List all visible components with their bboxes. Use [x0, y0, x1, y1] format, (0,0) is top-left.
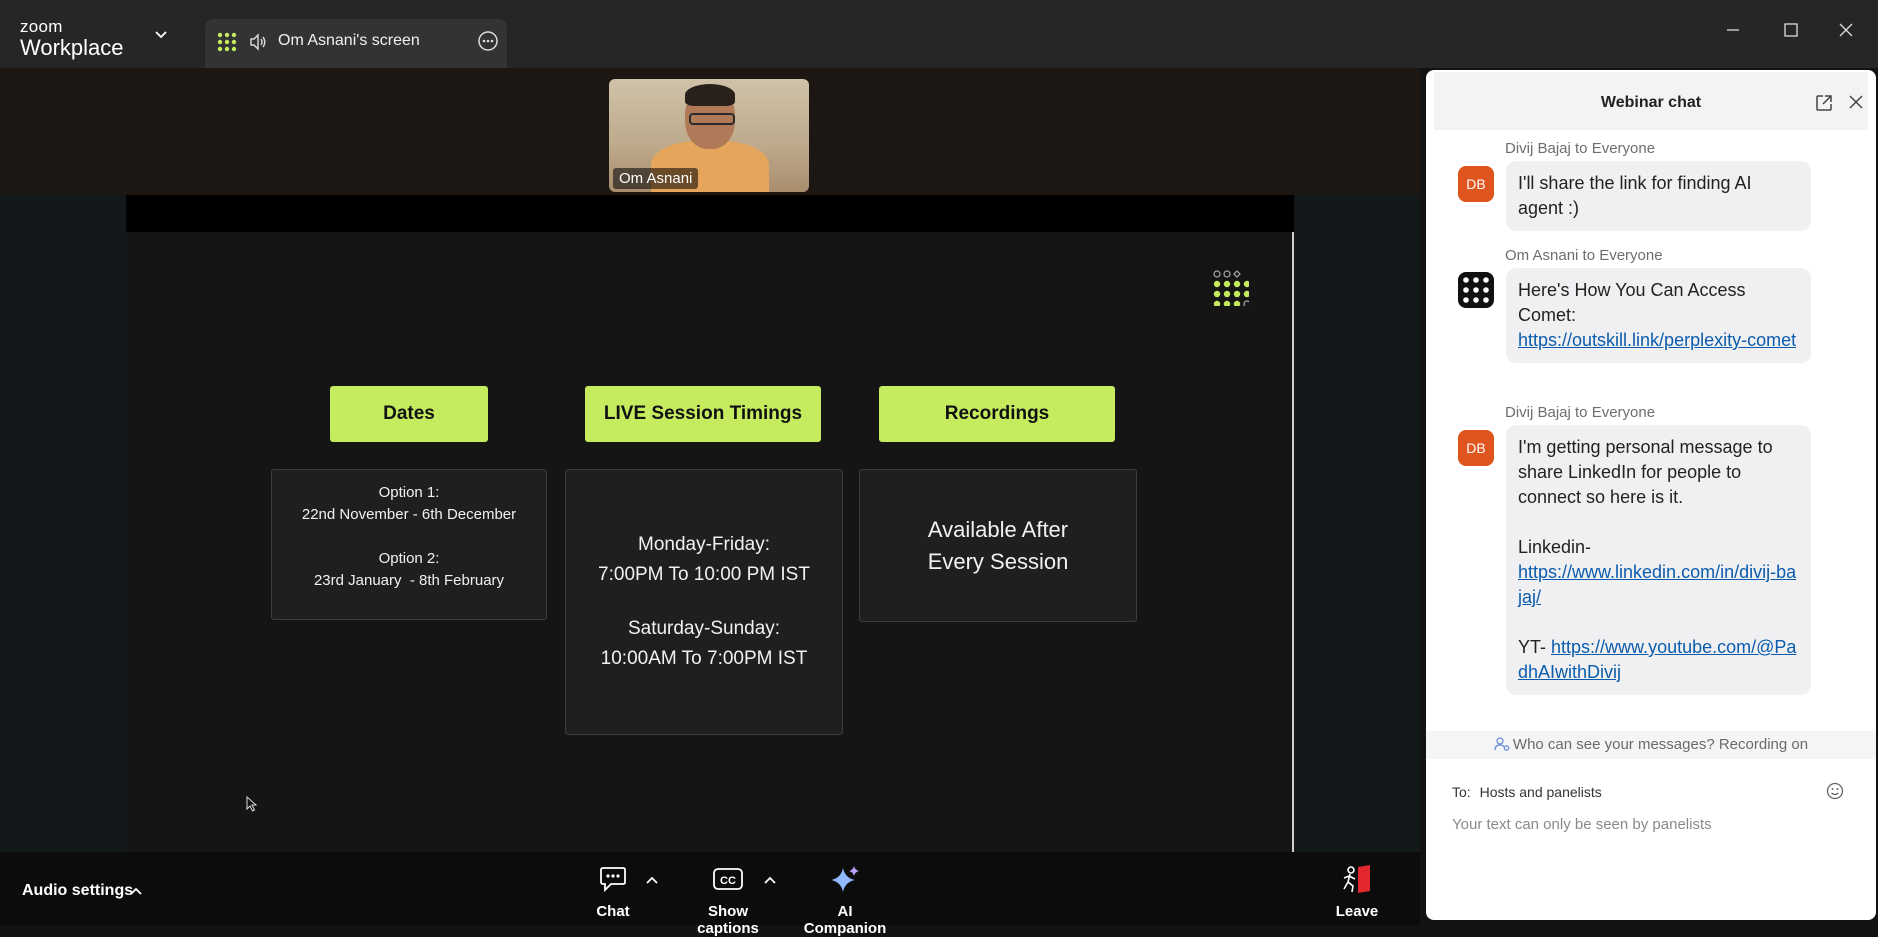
participant-glasses: [689, 113, 735, 125]
avatar-om-asnani: [1458, 272, 1494, 308]
captions-label: Show captions: [697, 903, 759, 937]
youtube-link[interactable]: https://www.youtube.com/@PadhAIwithDivij: [1518, 637, 1796, 682]
recordings-line2: Every Session: [927, 548, 1069, 574]
dots-logo-icon: [1213, 270, 1249, 306]
participant-name: Om Asnani: [613, 168, 699, 189]
brand-line2: Workplace: [20, 35, 124, 60]
dates-option1-range: 22nd November - 6th December: [301, 506, 517, 523]
linkedin-link[interactable]: https://www.linkedin.com/in/divij-bajaj/: [1518, 562, 1796, 607]
ai-companion-button[interactable]: AI Companion: [795, 864, 895, 937]
message-1-text: I'll share the link for finding AI agent…: [1518, 173, 1752, 218]
stage-margin-left: [0, 194, 126, 852]
linkedin-label: Linkedin-: [1518, 537, 1592, 557]
mouse-cursor-icon: [246, 796, 258, 812]
chat-button[interactable]: Chat: [588, 864, 638, 920]
timings-weekend-label: Saturday-Sunday:: [627, 618, 781, 639]
chat-header: Webinar chat: [1434, 72, 1868, 130]
chevron-up-icon[interactable]: [130, 887, 142, 896]
ai-sparkle-icon: [831, 866, 859, 892]
message-visibility-info[interactable]: Who can see your messages? Recording on: [1426, 731, 1876, 759]
slide-top-bar: [126, 195, 1294, 232]
privacy-text: Who can see your messages? Recording on: [1512, 736, 1809, 753]
message-3-bubble: I'm getting personal message to share Li…: [1506, 425, 1811, 695]
message-1-meta: Divij Bajaj to Everyone: [1505, 140, 1656, 157]
speaker-icon[interactable]: [249, 33, 267, 51]
recipient-selector[interactable]: To: Hosts and panelists: [1452, 784, 1602, 800]
tag-live-session-timings: LIVE Session Timings: [585, 386, 821, 442]
close-chat-icon[interactable]: [1848, 94, 1864, 110]
leave-label: Leave: [1335, 903, 1379, 920]
dates-option2-range: 23rd January - 8th February: [313, 572, 505, 589]
timings-box: Monday-Friday: 7:00PM To 10:00 PM IST Sa…: [565, 469, 843, 735]
tag-recordings: Recordings: [879, 386, 1115, 442]
screen-share-tab[interactable]: Om Asnani's screen: [205, 19, 507, 68]
meeting-toolbar: Audio settings Chat CC Show captions AI …: [0, 852, 1420, 937]
tag-dates: Dates: [330, 386, 488, 442]
message-3-text: I'm getting personal message to share Li…: [1518, 437, 1773, 507]
message-2-meta: Om Asnani to Everyone: [1505, 247, 1663, 264]
brand-line1: zoom: [20, 17, 63, 36]
share-tab-label: Om Asnani's screen: [278, 32, 420, 49]
pop-out-icon[interactable]: [1815, 94, 1833, 112]
chat-label: Chat: [596, 903, 630, 920]
more-options-icon[interactable]: [477, 30, 499, 52]
chat-options-chevron-icon[interactable]: [646, 876, 658, 885]
participant-hair: [685, 84, 735, 106]
title-bar: zoom Workplace Om Asnani's screen: [0, 0, 1878, 68]
message-2-text: Here's How You Can Access Comet:: [1518, 280, 1746, 325]
youtube-label: YT-: [1518, 637, 1547, 657]
recordings-line1: Available After: [927, 516, 1069, 542]
leave-door-icon: [1343, 865, 1370, 893]
zoom-workplace-logo: zoom Workplace: [20, 18, 124, 59]
close-window-icon[interactable]: [1838, 22, 1854, 38]
to-label: To:: [1452, 784, 1471, 800]
leave-button[interactable]: Leave: [1331, 864, 1383, 920]
message-3-meta: Divij Bajaj to Everyone: [1505, 404, 1656, 421]
view-grid-icon[interactable]: [217, 32, 237, 52]
to-recipient: Hosts and panelists: [1479, 784, 1602, 800]
comet-link[interactable]: https://outskill.link/perplexity-comet: [1518, 330, 1796, 350]
dates-option1-label: Option 1:: [378, 484, 440, 501]
ai-companion-label: AI Companion: [803, 903, 887, 937]
recordings-box: Available After Every Session: [859, 469, 1137, 622]
stage-margin-right: [1294, 194, 1420, 852]
audio-settings-button[interactable]: Audio settings: [22, 882, 133, 900]
minimize-icon[interactable]: [1725, 22, 1741, 38]
chat-message-input[interactable]: Your text can only be seen by panelists: [1452, 816, 1712, 833]
captions-options-chevron-icon[interactable]: [764, 876, 776, 885]
timings-weekend-hours: 10:00AM To 7:00PM IST: [600, 648, 808, 669]
timings-weekday-hours: 7:00PM To 10:00 PM IST: [598, 564, 810, 585]
dates-box: Option 1: 22nd November - 6th December O…: [271, 469, 547, 620]
avatar-divij-bajaj: DB: [1458, 166, 1494, 202]
message-1-bubble: I'll share the link for finding AI agent…: [1506, 161, 1811, 231]
dates-option2-label: Option 2:: [378, 550, 440, 567]
dots-logo-icon: [1463, 277, 1489, 303]
emoji-icon[interactable]: [1826, 782, 1844, 800]
show-captions-button[interactable]: CC Show captions: [676, 864, 780, 937]
participant-video-thumbnail[interactable]: Om Asnani: [609, 79, 809, 192]
timings-weekday-label: Monday-Friday:: [638, 534, 770, 555]
svg-text:CC: CC: [720, 875, 736, 887]
user-privacy-icon: [1494, 737, 1510, 751]
chat-icon: [600, 867, 626, 893]
closed-captions-icon: CC: [713, 868, 743, 890]
chat-title: Webinar chat: [1600, 94, 1702, 111]
webinar-chat-panel: Webinar chat Divij Bajaj to Everyone DB …: [1426, 70, 1876, 920]
maximize-icon[interactable]: [1783, 22, 1799, 38]
chevron-down-icon[interactable]: [154, 30, 168, 40]
presentation-slide: Dates LIVE Session Timings Recordings Op…: [126, 232, 1294, 852]
message-2-bubble: Here's How You Can Access Comet: https:/…: [1506, 268, 1811, 363]
avatar-divij-bajaj: DB: [1458, 430, 1494, 466]
